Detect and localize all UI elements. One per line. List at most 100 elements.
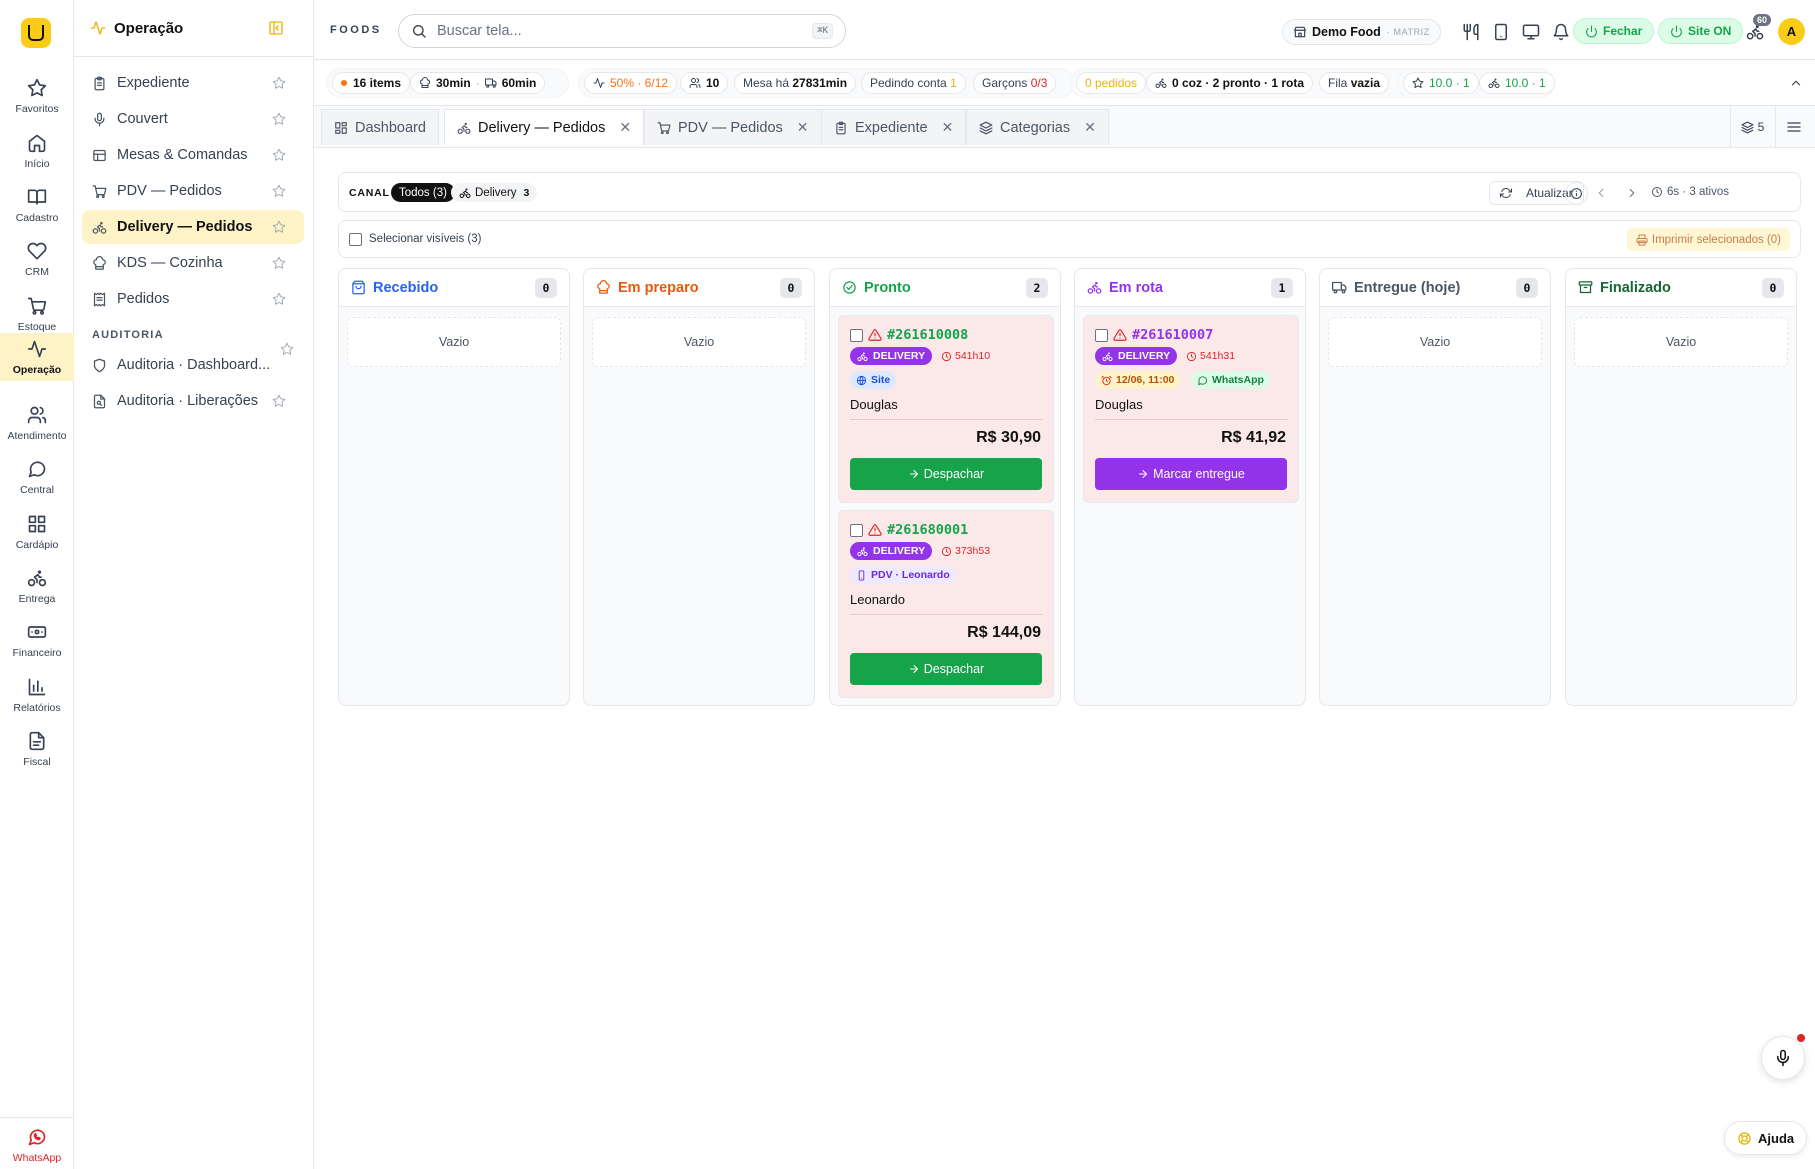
notification-count-badge: 60 [1753,14,1772,26]
orders-chip[interactable]: 0 pedidos [1076,72,1147,94]
tab-pdv-pedidos[interactable]: PDV — Pedidos ✕ [644,109,822,145]
items-count-chip[interactable]: 16 items [332,72,411,94]
favorite-star-icon[interactable] [272,184,286,198]
favorite-star-icon[interactable] [272,220,286,234]
rail-item-operacao[interactable]: Operação [0,333,74,381]
rating-chip-1[interactable]: 10.0 · 1 [1403,72,1479,94]
rail-item-fiscal[interactable]: Fiscal [0,723,74,775]
dispatch-button[interactable]: Despachar [850,653,1042,685]
chevron-left-icon[interactable] [1594,186,1608,200]
main-content: CANAL Todos (3) Delivery 3 6s · 3 ativos… [314,148,1815,1169]
order-select-checkbox[interactable] [850,329,863,342]
rail-item-inicio[interactable]: Início [0,125,74,177]
monitor-icon[interactable] [1522,23,1540,41]
print-selected-button[interactable]: Imprimir selecionados (0) [1626,228,1790,251]
search-box[interactable]: ⌘K [398,14,846,48]
rail-item-relatorios[interactable]: Relatórios [0,669,74,721]
source-badge-pdv: PDV · Leonardo [850,566,956,584]
rail-item-financeiro[interactable]: Financeiro [0,614,74,666]
sidebar-item-mesas[interactable]: Mesas & Comandas [82,138,304,172]
people-chip[interactable]: 10 [680,72,729,94]
utensils-icon[interactable] [1462,23,1480,41]
close-store-button[interactable]: Fechar [1573,18,1655,44]
kitchen-chip[interactable]: 0 coz · 2 pronto · 1 rota [1146,72,1314,94]
sidebar-item-couvert[interactable]: Couvert [82,102,304,136]
order-card[interactable]: #261680001 DELIVERY 373h53 PDV · Leonard… [838,510,1054,698]
tab-expediente[interactable]: Expediente ✕ [821,109,967,145]
rail-item-favoritos[interactable]: Favoritos [0,70,74,122]
favorite-star-icon[interactable] [272,112,286,126]
tab-categorias[interactable]: Categorias ✕ [966,109,1109,145]
sidebar-item-kds[interactable]: KDS — Cozinha [82,246,304,280]
close-tab-icon[interactable]: ✕ [1084,119,1096,136]
order-card[interactable]: #261610007 DELIVERY 541h31 12/06, 11:00 … [1083,315,1299,503]
tablet-icon[interactable] [1492,23,1510,41]
open-tabs-count[interactable]: 5 [1730,106,1774,148]
order-card[interactable]: #261610008 DELIVERY 541h10 Site Douglas … [838,315,1054,503]
lifebuoy-icon [1737,1131,1752,1146]
search-input[interactable] [437,23,813,39]
rail-item-whatsapp[interactable]: WhatsApp [0,1122,74,1168]
sidebar-item-auditoria-dashboard[interactable]: Auditoria · Dashboard... [82,348,304,382]
close-tab-icon[interactable]: ✕ [797,119,809,136]
bike-icon [857,546,868,557]
help-label: Ajuda [1758,1130,1795,1146]
order-number[interactable]: #261610008 [887,327,968,343]
select-visible-checkbox[interactable] [349,233,362,246]
customer-name: Douglas [1095,397,1143,412]
sidebar-item-expediente[interactable]: Expediente [82,66,304,100]
rail-item-atendimento[interactable]: Atendimento [0,397,74,449]
sidebar-item-pdv[interactable]: PDV — Pedidos [82,174,304,208]
occupancy-chip[interactable]: 50% · 6/12 [584,72,678,94]
favorite-star-icon[interactable] [272,148,286,162]
pedindo-conta-chip[interactable]: Pedindo conta 1 [861,72,966,94]
store-selector[interactable]: Demo Food · MATRIZ [1282,19,1441,45]
rail-item-central[interactable]: Central [0,451,74,503]
voice-assistant-button[interactable] [1761,1036,1805,1080]
tab-delivery-pedidos[interactable]: Delivery — Pedidos ✕ [444,109,645,145]
sidebar-item-label: Auditoria · Liberações [117,393,259,409]
app-logo[interactable] [21,18,51,48]
tab-bar: Dashboard Delivery — Pedidos ✕ PDV — Ped… [314,106,1815,148]
rail-item-entrega[interactable]: Entrega [0,560,74,612]
channel-chip-delivery[interactable]: Delivery 3 [451,183,538,202]
favorite-star-icon[interactable] [272,256,286,270]
sidebar-item-pedidos[interactable]: Pedidos [82,282,304,316]
bike-icon [1488,77,1500,89]
fila-chip[interactable]: Fila vazia [1319,72,1390,94]
mark-delivered-button[interactable]: Marcar entregue [1095,458,1287,490]
rating-chip-2[interactable]: 10.0 · 1 [1479,72,1555,94]
order-number[interactable]: #261680001 [887,522,968,538]
user-avatar[interactable]: A [1778,18,1805,45]
tab-dashboard[interactable]: Dashboard [321,109,439,145]
favorite-star-icon[interactable] [272,76,286,90]
mesa-chip[interactable]: Mesa há 27831min [734,72,857,94]
prep-time-chip[interactable]: 30min · 60min [410,72,546,94]
info-button[interactable] [1565,182,1588,205]
rail-item-cardapio[interactable]: Cardápio [0,506,74,558]
channel-chip-todos[interactable]: Todos (3) [391,183,455,202]
chevron-right-icon[interactable] [1625,186,1639,200]
favorite-star-icon[interactable] [272,394,286,408]
column-title: Entregue (hoje) [1354,279,1461,296]
kanban-column-em-rota: Em rota 1 #261610007 DELIVERY 541h31 12/… [1074,268,1306,706]
favorite-star-icon[interactable] [272,292,286,306]
garcons-chip[interactable]: Garçons 0/3 [973,72,1057,94]
site-status-button[interactable]: Site ON [1658,18,1744,44]
close-tab-icon[interactable]: ✕ [942,119,954,136]
order-select-checkbox[interactable] [850,524,863,537]
rail-item-cadastro[interactable]: Cadastro [0,179,74,231]
chevron-up-icon[interactable] [1789,76,1803,90]
dispatch-button[interactable]: Despachar [850,458,1042,490]
order-number[interactable]: #261610007 [1132,327,1213,343]
sidebar-item-delivery[interactable]: Delivery — Pedidos [82,210,304,244]
order-select-checkbox[interactable] [1095,329,1108,342]
help-button[interactable]: Ajuda [1724,1121,1808,1155]
tabs-menu-button[interactable] [1775,106,1811,148]
collapse-sidebar-icon[interactable] [268,20,284,36]
sidebar-item-auditoria-liberacoes[interactable]: Auditoria · Liberações [82,384,304,418]
close-tab-icon[interactable]: ✕ [619,119,631,136]
channel-filter-bar: CANAL Todos (3) Delivery 3 6s · 3 ativos… [338,172,1801,212]
bell-icon[interactable] [1552,23,1570,41]
rail-item-crm[interactable]: CRM [0,233,74,285]
